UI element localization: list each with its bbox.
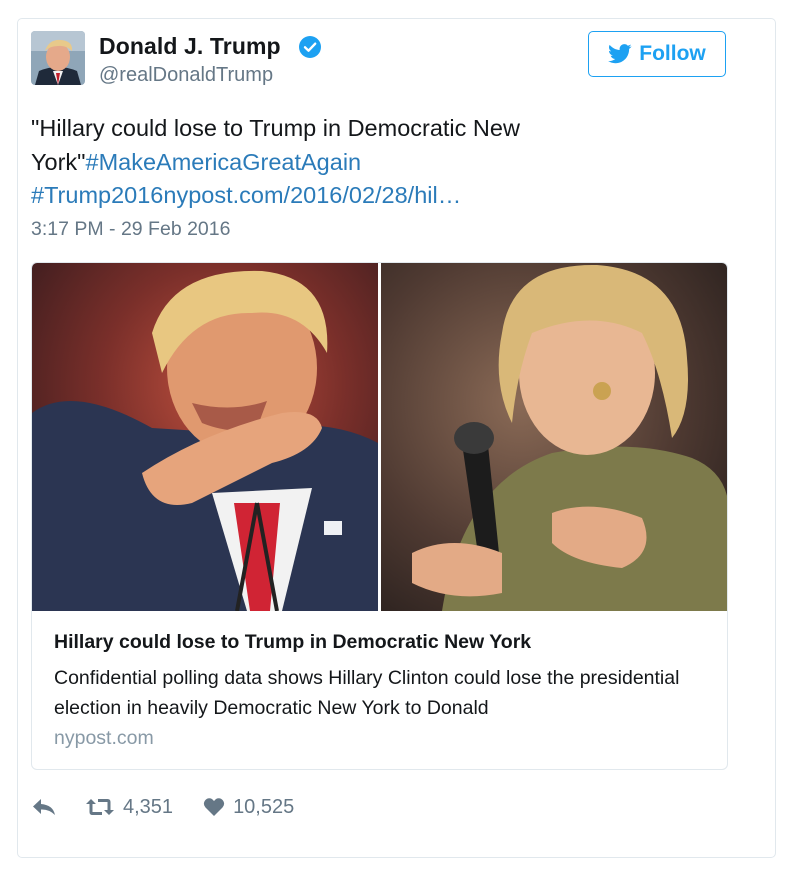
follow-button[interactable]: Follow: [588, 31, 726, 77]
reply-icon: [33, 799, 55, 815]
user-handle[interactable]: @realDonaldTrump: [99, 64, 273, 87]
follow-label: Follow: [639, 42, 706, 65]
card-domain: nypost.com: [54, 727, 154, 749]
retweet-icon: [86, 799, 114, 815]
card-image: [32, 263, 727, 611]
tweet-actions: 4,351 10,525: [31, 790, 294, 824]
link-card[interactable]: Hillary could lose to Trump in Democrati…: [31, 262, 728, 770]
card-title: Hillary could lose to Trump in Democrati…: [54, 631, 532, 653]
retweet-button[interactable]: 4,351: [85, 796, 173, 819]
like-count: 10,525: [233, 795, 295, 818]
tweet-link[interactable]: nypost.com/2016/02/28/hil…: [163, 182, 461, 208]
retweet-count: 4,351: [123, 795, 174, 818]
card-description: Confidential polling data shows Hillary …: [54, 667, 680, 719]
twitter-bird-icon: [608, 44, 632, 64]
tweet-timestamp[interactable]: 3:17 PM - 29 Feb 2016: [31, 218, 230, 241]
tweet-text: "Hillary could lose to Trump in Democrat…: [31, 112, 591, 213]
avatar[interactable]: [31, 31, 85, 85]
hashtag-make-america-great-again[interactable]: #MakeAmericaGreatAgain: [86, 149, 362, 175]
verified-badge-icon: [298, 35, 322, 59]
like-button[interactable]: 10,525: [203, 796, 294, 819]
heart-icon: [203, 798, 225, 816]
display-name[interactable]: Donald J. Trump: [99, 33, 281, 60]
hashtag-trump2016[interactable]: #Trump2016: [31, 182, 163, 208]
reply-button[interactable]: [31, 797, 57, 817]
